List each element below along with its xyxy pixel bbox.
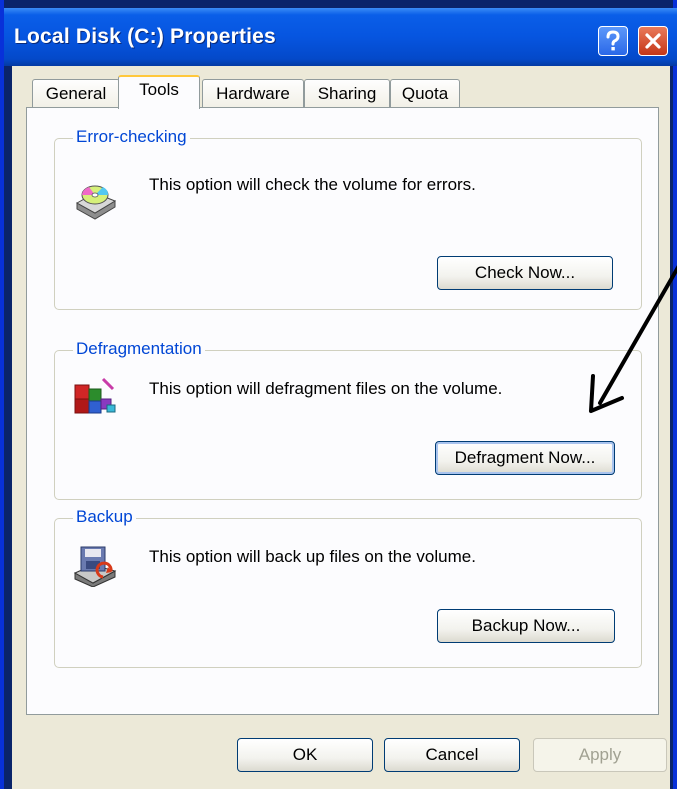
- window-title: Local Disk (C:) Properties: [14, 25, 276, 48]
- backup-label: Backup: [73, 507, 136, 527]
- error-checking-group: Error-checking This option will check th…: [54, 127, 642, 310]
- tab-label: Hardware: [216, 84, 290, 103]
- tab-hardware[interactable]: Hardware: [202, 79, 304, 109]
- close-button[interactable]: [638, 26, 668, 56]
- backup-now-button[interactable]: Backup Now...: [437, 609, 615, 643]
- title-bar[interactable]: Local Disk (C:) Properties: [4, 8, 677, 66]
- tools-tab-panel: Error-checking This option will check th…: [26, 107, 659, 715]
- defragmentation-description: This option will defragment files on the…: [149, 379, 503, 398]
- dialog-client-area: General Tools Hardware Sharing Quota Err…: [12, 66, 670, 789]
- defragmentation-label: Defragmentation: [73, 339, 205, 359]
- tab-general[interactable]: General: [32, 79, 120, 109]
- tab-sharing[interactable]: Sharing: [304, 79, 390, 109]
- properties-window: Local Disk (C:) Properties General Tools…: [0, 0, 677, 789]
- defragment-now-button[interactable]: Defragment Now...: [435, 441, 615, 475]
- backup-group: Backup This option will back up files on…: [54, 507, 642, 668]
- error-checking-label: Error-checking: [73, 127, 190, 147]
- error-checking-description: This option will check the volume for er…: [149, 175, 476, 194]
- tab-label: Sharing: [317, 84, 377, 103]
- tab-quota[interactable]: Quota: [390, 79, 460, 109]
- defragmentation-group: Defragmentation This option will defragm…: [54, 339, 642, 500]
- disk-check-icon: [75, 185, 117, 220]
- tab-label: Quota: [401, 84, 449, 103]
- backup-icon: [73, 546, 117, 587]
- tab-label: General: [45, 84, 107, 103]
- cancel-button[interactable]: Cancel: [384, 738, 520, 772]
- close-icon: [645, 33, 661, 49]
- help-button[interactable]: [598, 26, 628, 56]
- ok-button[interactable]: OK: [237, 738, 373, 772]
- check-now-button[interactable]: Check Now...: [437, 256, 613, 290]
- backup-description: This option will back up files on the vo…: [149, 547, 476, 566]
- question-mark-icon: [606, 30, 620, 51]
- apply-button[interactable]: Apply: [533, 738, 667, 772]
- tab-label: Tools: [139, 80, 179, 99]
- defragment-icon: [74, 377, 116, 414]
- tab-tools[interactable]: Tools: [118, 75, 200, 109]
